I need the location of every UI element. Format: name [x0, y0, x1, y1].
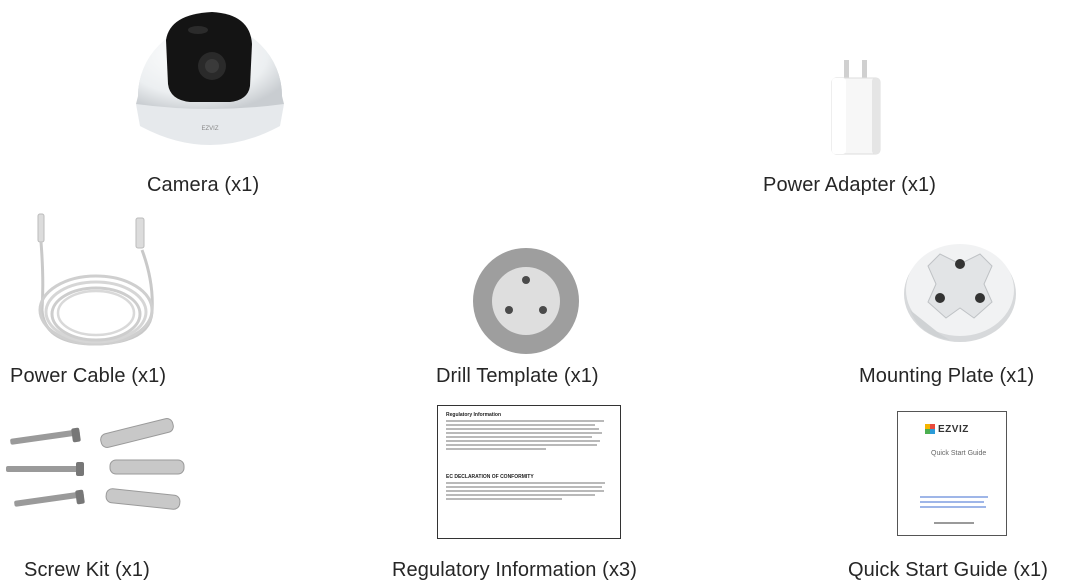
regulatory-doc-section: EC DECLARATION OF CONFORMITY	[446, 474, 534, 480]
power-cable-image	[37, 213, 154, 346]
screw-kit-label: Screw Kit (x1)	[24, 559, 150, 581]
quick-start-guide-document: EZVIZ Quick Start Guide	[897, 411, 1007, 536]
drill-template-label: Drill Template (x1)	[436, 365, 599, 387]
power-cable-label: Power Cable (x1)	[10, 365, 167, 387]
screw-kit-image	[6, 418, 185, 510]
regulatory-info-document: Regulatory Information EC DECLARATION OF…	[437, 405, 621, 539]
mounting-plate-image	[904, 244, 1016, 342]
camera-image: EZVIZ	[136, 12, 284, 145]
drill-template-image	[473, 248, 579, 354]
camera-brand-text: EZVIZ	[201, 126, 218, 132]
ezviz-logo-icon	[925, 424, 935, 434]
qsg-title: Quick Start Guide	[931, 450, 987, 457]
mounting-plate-label: Mounting Plate (x1)	[859, 365, 1035, 387]
qsg-brand: EZVIZ	[938, 424, 969, 435]
regulatory-info-label: Regulatory Information (x3)	[392, 559, 638, 581]
power-adapter-image	[831, 60, 881, 155]
power-adapter-label: Power Adapter (x1)	[763, 174, 936, 196]
camera-label: Camera (x1)	[147, 174, 260, 196]
quick-start-guide-label: Quick Start Guide (x1)	[848, 559, 1049, 581]
regulatory-doc-title: Regulatory Information	[446, 412, 502, 418]
